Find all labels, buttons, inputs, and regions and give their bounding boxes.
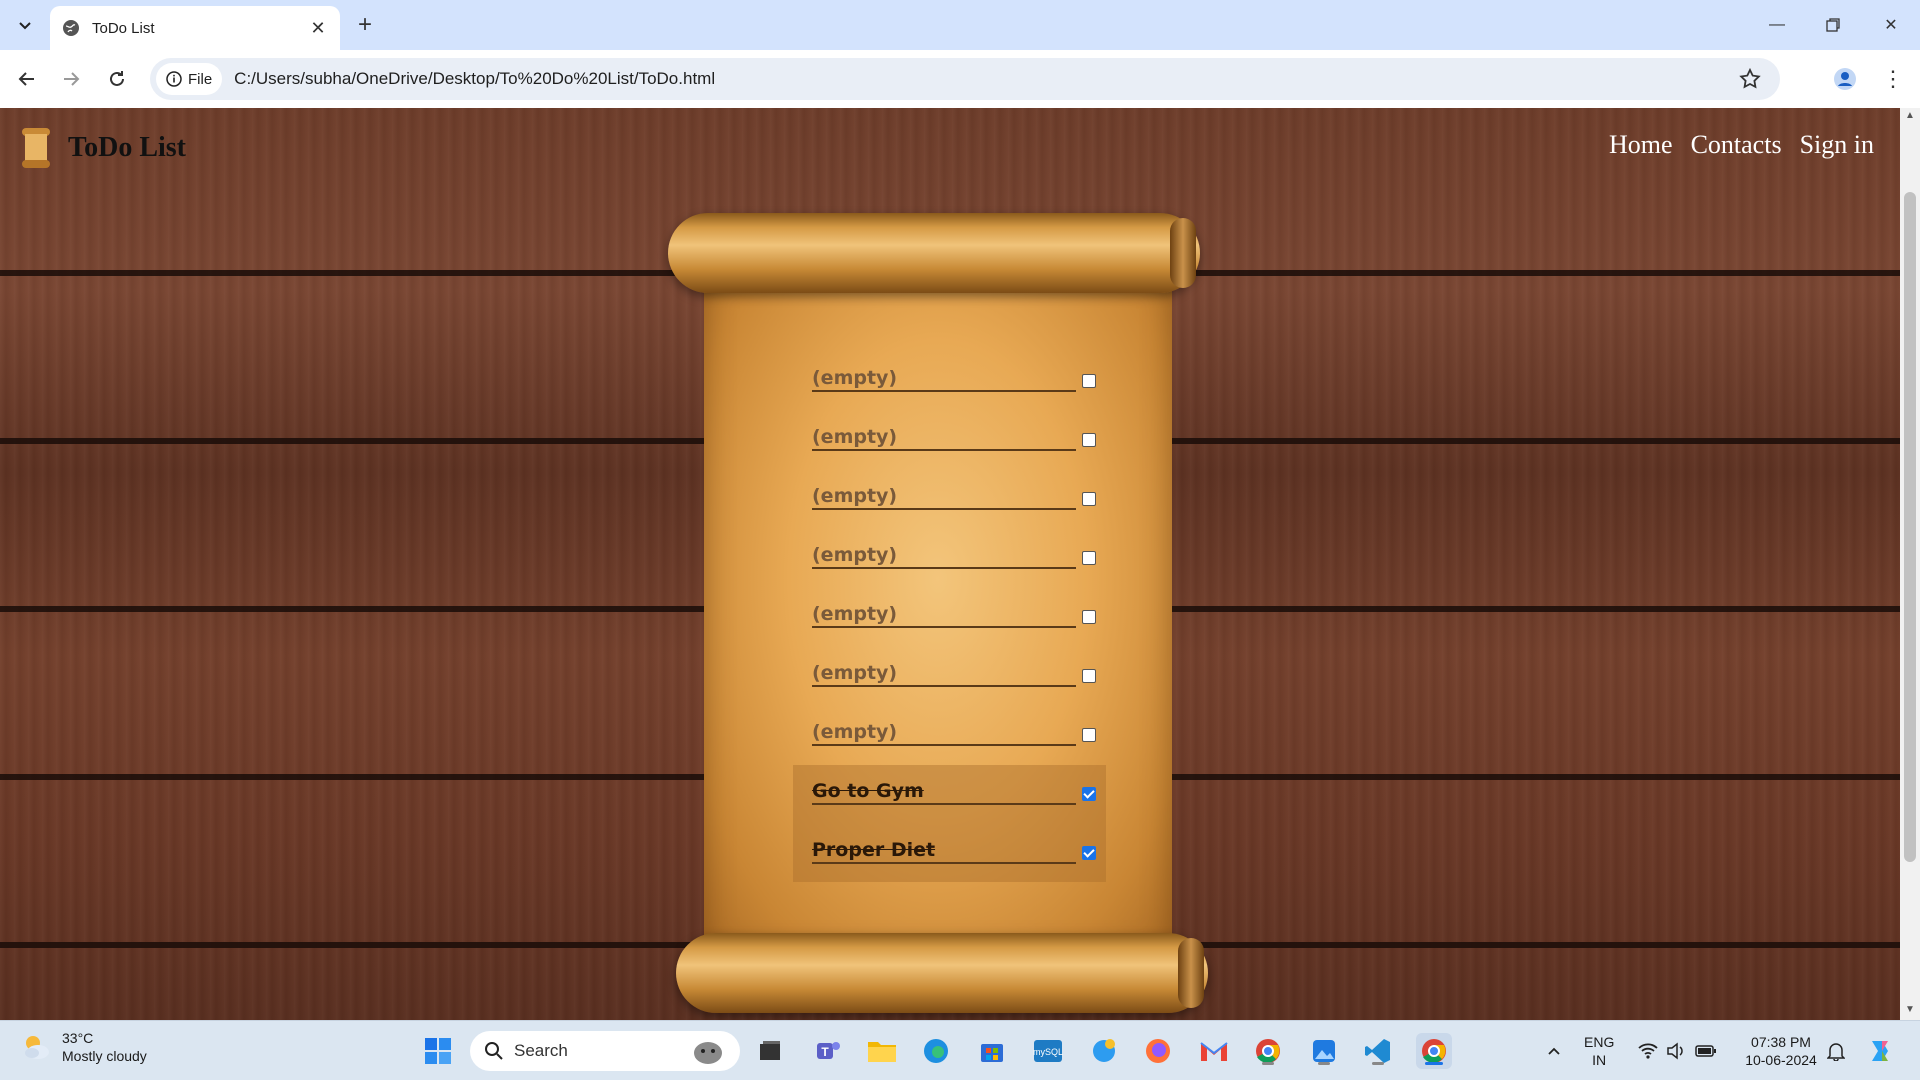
minimize-icon[interactable]: —: [1762, 10, 1792, 40]
todo-input[interactable]: [812, 602, 1076, 628]
scroll-bottom-roll: [676, 933, 1208, 1013]
teams-icon[interactable]: T: [810, 1033, 846, 1069]
todo-checkbox-checked[interactable]: [1082, 787, 1096, 801]
reload-icon[interactable]: [102, 64, 132, 94]
todo-input[interactable]: [812, 661, 1076, 687]
globe-icon: [63, 20, 79, 36]
site-chip-label: File: [188, 70, 213, 88]
todo-row: [808, 360, 1098, 419]
language-region: IN: [1592, 1052, 1607, 1068]
todo-input[interactable]: [812, 366, 1076, 392]
forward-arrow-icon[interactable]: [56, 64, 86, 94]
new-tab-button[interactable]: +: [352, 11, 378, 38]
todo-row: [808, 419, 1098, 478]
taskbar-search[interactable]: Search: [470, 1031, 740, 1071]
search-icon: [485, 1042, 503, 1060]
todo-checkbox[interactable]: [1082, 433, 1096, 447]
profile-avatar-icon[interactable]: [1830, 64, 1860, 94]
todo-row: [808, 478, 1098, 537]
clock-time: 07:38 PM: [1751, 1034, 1811, 1050]
taskbar: 33°C Mostly cloudy Search T mySQL ENG IN…: [0, 1020, 1920, 1080]
tab-todo-list[interactable]: ToDo List ✕: [50, 6, 340, 50]
todo-list: [808, 360, 1098, 891]
language-indicator[interactable]: ENG IN: [1584, 1033, 1614, 1069]
svg-text:mySQL: mySQL: [1033, 1047, 1063, 1057]
nav-sign-in[interactable]: Sign in: [1800, 130, 1874, 160]
copilot-icon[interactable]: [1086, 1033, 1122, 1069]
copilot-pre-icon[interactable]: [1862, 1033, 1898, 1069]
todo-checkbox[interactable]: [1082, 492, 1096, 506]
clock-date: 10-06-2024: [1745, 1052, 1817, 1068]
scroll-top-roll: [668, 213, 1200, 293]
temperature: 33°C: [62, 1030, 94, 1046]
todo-checkbox[interactable]: [1082, 610, 1096, 624]
todo-row: [808, 655, 1098, 714]
start-windows-icon[interactable]: [420, 1033, 456, 1069]
chevron-down-icon: [19, 22, 31, 30]
cloudy-weather-icon: [25, 1036, 49, 1059]
back-arrow-icon[interactable]: [12, 64, 42, 94]
todo-row: [808, 714, 1098, 773]
firefox-icon[interactable]: [1140, 1033, 1176, 1069]
browser-toolbar: File C:/Users/subha/OneDrive/Desktop/To%…: [0, 50, 1920, 108]
browser-menu-icon[interactable]: ⋮: [1878, 64, 1908, 94]
site-nav: Home Contacts Sign in: [1609, 130, 1874, 160]
browser-tab-bar: ToDo List ✕ + — ✕: [0, 0, 1920, 50]
bookmark-star-icon[interactable]: [1738, 67, 1762, 91]
todo-input[interactable]: [812, 779, 1076, 805]
address-bar[interactable]: File C:/Users/subha/OneDrive/Desktop/To%…: [150, 58, 1780, 100]
scroll-down-icon[interactable]: ▼: [1904, 1004, 1916, 1016]
weather-widget[interactable]: 33°C Mostly cloudy: [20, 1029, 147, 1065]
scroll-logo-icon: [22, 128, 50, 168]
search-mascot-icon: [694, 1042, 722, 1064]
store-icon[interactable]: [974, 1033, 1010, 1069]
todo-checkbox[interactable]: [1082, 669, 1096, 683]
todo-input[interactable]: [812, 484, 1076, 510]
tab-title: ToDo List: [92, 19, 155, 37]
todo-row-completed: [808, 773, 1098, 832]
chrome-icon[interactable]: [1250, 1033, 1286, 1069]
mysql-icon[interactable]: mySQL: [1030, 1033, 1066, 1069]
restore-icon[interactable]: [1818, 10, 1848, 40]
close-window-icon[interactable]: ✕: [1876, 10, 1906, 40]
svg-text:T: T: [821, 1045, 829, 1059]
todo-input[interactable]: [812, 543, 1076, 569]
taskbar-search-label: Search: [514, 1041, 568, 1060]
todo-row: [808, 537, 1098, 596]
page-scrollbar[interactable]: ▲ ▼: [1900, 108, 1920, 1020]
chrome-active-icon[interactable]: [1416, 1033, 1452, 1069]
todo-checkbox-checked[interactable]: [1082, 846, 1096, 860]
brand: ToDo List: [18, 126, 186, 170]
notification-bell-icon[interactable]: [1818, 1033, 1854, 1069]
site-info-chip[interactable]: File: [156, 63, 223, 95]
vscode-icon[interactable]: [1360, 1033, 1396, 1069]
url-text: C:/Users/subha/OneDrive/Desktop/To%20Do%…: [234, 69, 716, 88]
close-tab-icon[interactable]: ✕: [308, 18, 328, 38]
clock[interactable]: 07:38 PM 10-06-2024: [1738, 1033, 1824, 1069]
info-icon: [166, 71, 182, 87]
weather-description: Mostly cloudy: [62, 1048, 147, 1064]
todo-checkbox[interactable]: [1082, 374, 1096, 388]
gmail-icon[interactable]: [1196, 1033, 1232, 1069]
todo-input[interactable]: [812, 838, 1076, 864]
photos-icon[interactable]: [1306, 1033, 1342, 1069]
scroll-up-icon[interactable]: ▲: [1904, 110, 1916, 122]
language-code: ENG: [1584, 1034, 1615, 1050]
todo-checkbox[interactable]: [1082, 551, 1096, 565]
brand-title: ToDo List: [68, 132, 187, 163]
battery-icon[interactable]: [1688, 1033, 1724, 1069]
tab-search-button[interactable]: [10, 12, 40, 38]
tray-overflow-chevron-icon[interactable]: [1536, 1033, 1572, 1069]
edge-icon[interactable]: [918, 1033, 954, 1069]
todo-row-completed: [808, 832, 1098, 891]
todo-input[interactable]: [812, 720, 1076, 746]
todo-checkbox[interactable]: [1082, 728, 1096, 742]
file-explorer-icon[interactable]: [864, 1033, 900, 1069]
scroll-thumb[interactable]: [1904, 192, 1916, 862]
todo-row: [808, 596, 1098, 655]
nav-home[interactable]: Home: [1609, 130, 1673, 160]
todo-input[interactable]: [812, 425, 1076, 451]
task-view-icon[interactable]: [752, 1033, 788, 1069]
nav-contacts[interactable]: Contacts: [1691, 130, 1782, 160]
